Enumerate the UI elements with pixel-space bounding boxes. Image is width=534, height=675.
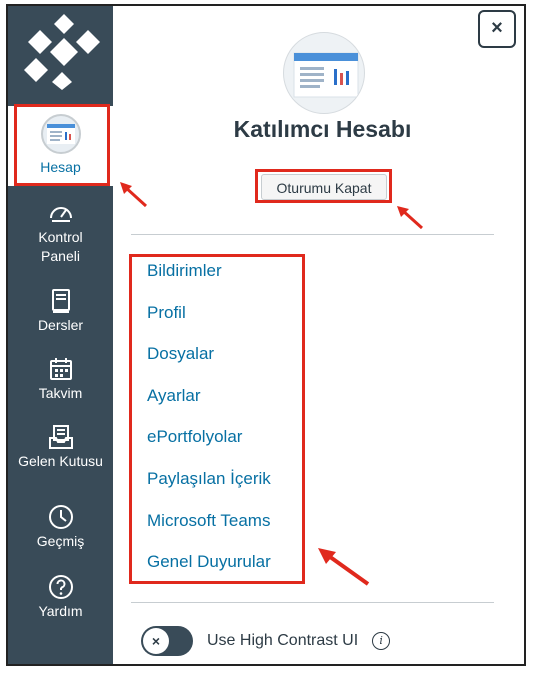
account-menu: Bildirimler Profil Dosyalar Ayarlar ePor… [147, 258, 271, 591]
x-icon: × [143, 628, 169, 654]
logout-button[interactable]: Oturumu Kapat [261, 174, 387, 200]
courses-icon [51, 289, 70, 313]
help-icon [48, 575, 73, 599]
calendar-icon [49, 358, 72, 380]
nav-item-label: Geçmiş [36, 533, 85, 549]
nav-item-courses[interactable]: Dersler [8, 288, 113, 335]
menu-item-announcements[interactable]: Genel Duyurular [147, 549, 271, 591]
dashboard-icon [49, 207, 72, 222]
nav-item-dashboard[interactable]: Kontrol Paneli [8, 200, 113, 266]
app-frame: Hesap Kontrol Paneli Dersler Takvim Gele… [6, 4, 526, 666]
account-title: Katılımcı Hesabı [233, 116, 412, 142]
menu-item-notifications[interactable]: Bildirimler [147, 258, 271, 300]
nav-item-label: Kontrol Paneli [38, 229, 83, 264]
account-tray: × Katılımcı Hesabı Oturumu Kapat Bildiri… [113, 6, 524, 664]
profile-avatar [283, 32, 365, 114]
high-contrast-row: × Use High Contrast UI i [141, 624, 391, 658]
menu-item-microsoft-teams[interactable]: Microsoft Teams [147, 508, 271, 550]
menu-item-files[interactable]: Dosyalar [147, 341, 271, 383]
high-contrast-label: Use High Contrast UI [207, 632, 359, 649]
nav-item-inbox[interactable]: Gelen Kutusu [8, 424, 113, 471]
avatar-icon [40, 114, 81, 154]
clock-icon [48, 505, 73, 529]
nav-item-label: Gelen Kutusu [18, 453, 103, 469]
nav-item-label: Dersler [37, 317, 84, 333]
nav-item-calendar[interactable]: Takvim [8, 356, 113, 403]
menu-item-profile[interactable]: Profil [147, 300, 271, 342]
divider [131, 602, 494, 603]
nav-item-label: Yardım [38, 603, 83, 619]
high-contrast-toggle[interactable]: × [141, 626, 193, 656]
global-nav-sidebar: Hesap Kontrol Paneli Dersler Takvim Gele… [8, 6, 113, 664]
menu-item-shared-content[interactable]: Paylaşılan İçerik [147, 466, 271, 508]
menu-item-eportfolios[interactable]: ePortfolyolar [147, 424, 271, 466]
menu-item-settings[interactable]: Ayarlar [147, 383, 271, 425]
nav-item-help[interactable]: Yardım [8, 574, 113, 621]
close-button[interactable]: × [478, 10, 516, 48]
nav-item-history[interactable]: Geçmiş [8, 504, 113, 551]
nav-item-label: Takvim [38, 385, 83, 401]
nav-item-account[interactable]: Hesap [8, 106, 113, 186]
nav-item-label: Hesap [40, 159, 81, 175]
info-icon[interactable]: i [372, 632, 391, 650]
inbox-icon [48, 425, 73, 449]
divider [131, 234, 494, 235]
canvas-logo-icon[interactable] [22, 12, 106, 90]
